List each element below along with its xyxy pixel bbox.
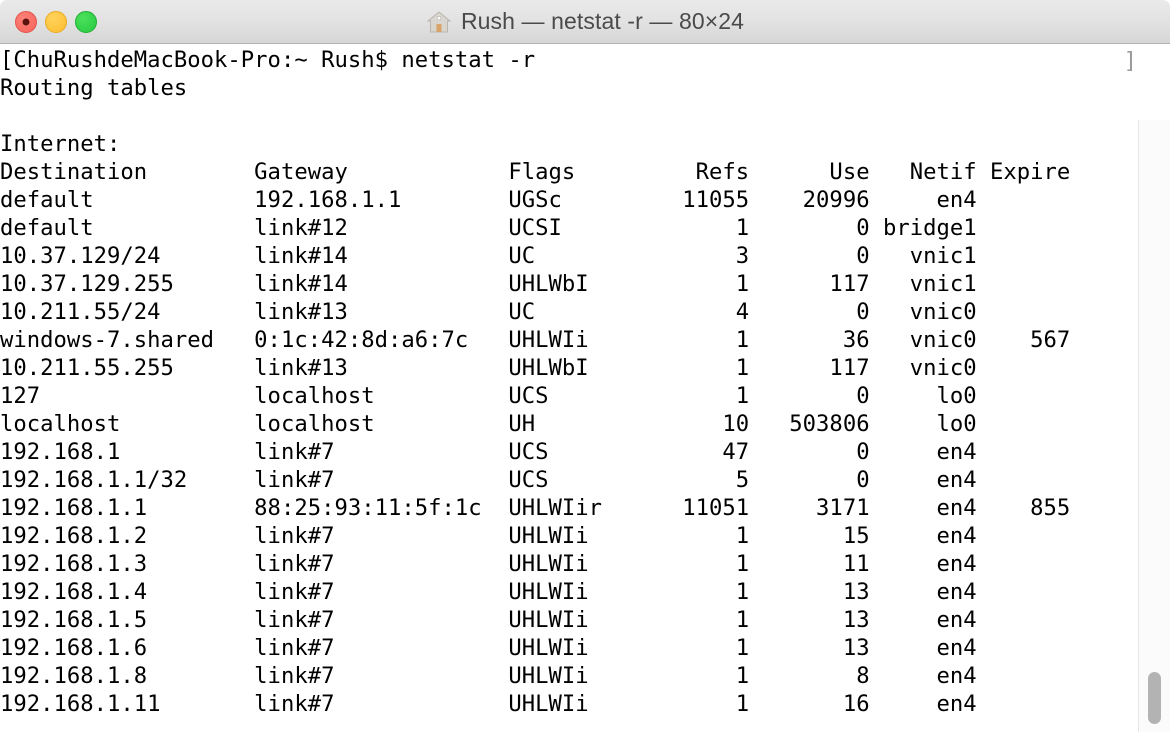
terminal-line: default link#12 UCSI 1 0 bridge1 <box>0 215 977 241</box>
terminal-line: 192.168.1.6 link#7 UHLWIi 1 13 en4 <box>0 635 977 661</box>
window-title-group: Rush — netstat -r — 80×24 <box>0 8 1170 35</box>
maximize-button[interactable] <box>75 11 97 33</box>
terminal-line: 10.211.55/24 link#13 UC 4 0 vnic0 <box>0 299 977 325</box>
terminal-line: 10.211.55.255 link#13 UHLWbI 1 117 vnic0 <box>0 355 977 381</box>
terminal-line: 192.168.1 link#7 UCS 47 0 en4 <box>0 439 977 465</box>
traffic-light-group <box>15 0 97 44</box>
terminal-line: 10.37.129.255 link#14 UHLWbI 1 117 vnic1 <box>0 271 977 297</box>
terminal-output: [ChuRushdeMacBook-Pro:~ Rush$ netstat -r… <box>0 46 1070 718</box>
close-button[interactable] <box>15 11 37 33</box>
terminal-line: 127 localhost UCS 1 0 lo0 <box>0 383 977 409</box>
window-titlebar[interactable]: Rush — netstat -r — 80×24 <box>0 0 1170 44</box>
terminal-line: 192.168.1.5 link#7 UHLWIi 1 13 en4 <box>0 607 977 633</box>
terminal-line: 192.168.1.11 link#7 UHLWIi 1 16 en4 <box>0 691 977 717</box>
terminal-line: 192.168.1.2 link#7 UHLWIi 1 15 en4 <box>0 523 977 549</box>
terminal-window: Rush — netstat -r — 80×24 [ChuRushdeMacB… <box>0 0 1170 732</box>
terminal-line: 192.168.1.4 link#7 UHLWIi 1 13 en4 <box>0 579 977 605</box>
window-title: Rush — netstat -r — 80×24 <box>460 8 745 34</box>
vertical-scrollbar[interactable] <box>1138 120 1170 732</box>
terminal-line: windows-7.shared 0:1c:42:8d:a6:7c UHLWIi… <box>0 327 1071 353</box>
terminal-line: 192.168.1.1 88:25:93:11:5f:1c UHLWIir 11… <box>0 495 1071 521</box>
terminal-line: Routing tables <box>0 75 188 101</box>
minimize-button[interactable] <box>45 11 67 33</box>
prompt-line: [ChuRushdeMacBook-Pro:~ Rush$ netstat -r <box>0 47 536 73</box>
terminal-line: Internet: <box>0 131 121 157</box>
prompt-wrap-bracket: ] <box>1123 48 1137 74</box>
terminal-line: 192.168.1.3 link#7 UHLWIi 1 11 en4 <box>0 551 977 577</box>
terminal-line: localhost localhost UH 10 503806 lo0 <box>0 411 977 437</box>
terminal-line: 10.37.129/24 link#14 UC 3 0 vnic1 <box>0 243 977 269</box>
table-header-row: Destination Gateway Flags Refs Use Netif… <box>0 159 1071 185</box>
terminal-line: 192.168.1.8 link#7 UHLWIi 1 8 en4 <box>0 663 977 689</box>
terminal-line: default 192.168.1.1 UGSc 11055 20996 en4 <box>0 187 977 213</box>
home-icon <box>426 9 452 35</box>
terminal-screen[interactable]: [ChuRushdeMacBook-Pro:~ Rush$ netstat -r… <box>0 44 1170 732</box>
scrollbar-thumb[interactable] <box>1148 672 1161 724</box>
terminal-line: 192.168.1.1/32 link#7 UCS 5 0 en4 <box>0 467 977 493</box>
